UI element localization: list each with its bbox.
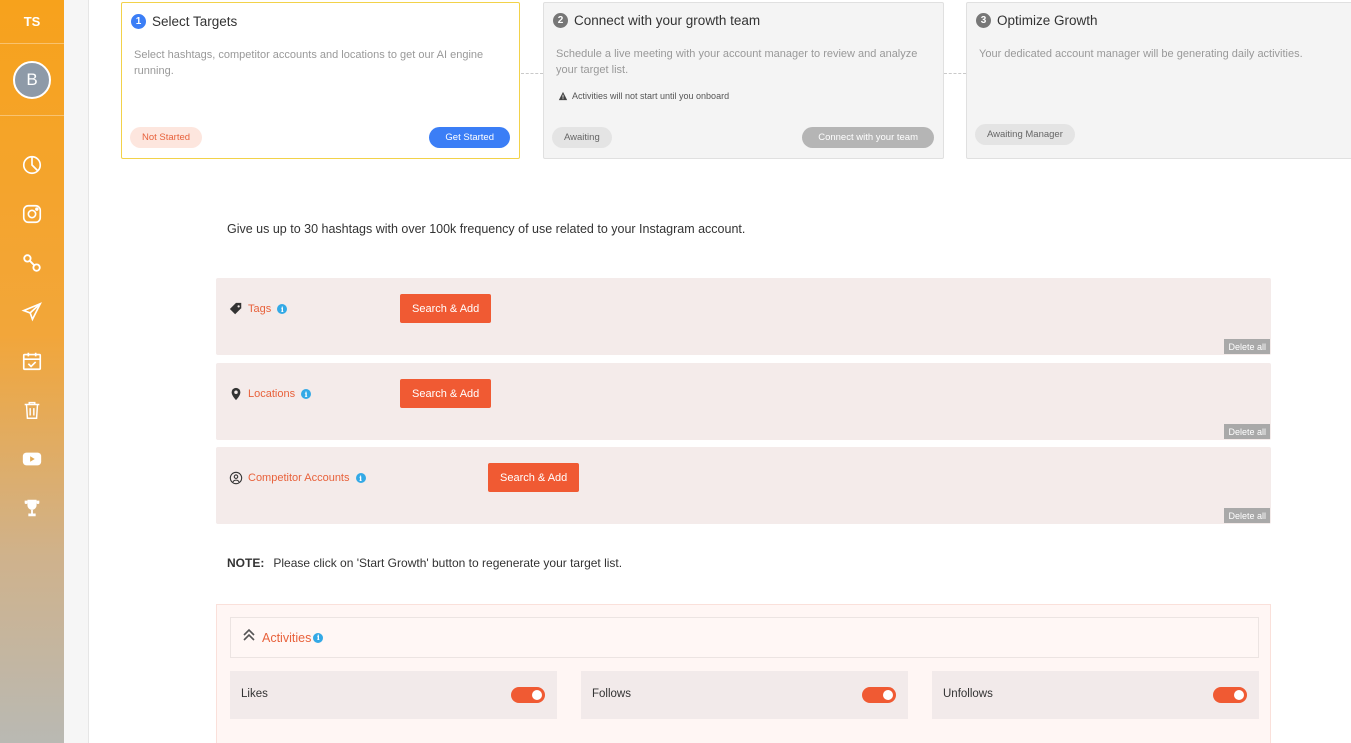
step-number: 3 — [976, 13, 991, 28]
sidebar-nav — [0, 140, 64, 532]
target-label: Locations i — [229, 387, 312, 401]
target-row-tags: Tags i Search & Add Delete all — [216, 278, 1271, 355]
step-card-select-targets: 1 Select Targets Select hashtags, compet… — [121, 2, 520, 159]
info-icon[interactable]: i — [301, 389, 312, 399]
search-add-tags-button[interactable]: Search & Add — [400, 294, 492, 323]
trash-icon — [24, 401, 40, 419]
sidebar-item-rewards[interactable] — [0, 483, 64, 532]
step-title: Optimize Growth — [997, 13, 1098, 28]
step-description: Select hashtags, competitor accounts and… — [134, 49, 484, 77]
note-text: Please click on 'Start Growth' button to… — [273, 556, 623, 570]
link-icon — [23, 253, 41, 272]
map-pin-icon — [231, 387, 241, 401]
activity-label: Likes — [241, 688, 268, 700]
activity-label: Follows — [592, 688, 631, 700]
sidebar: TS B — [0, 0, 64, 743]
delete-all-locations-button[interactable]: Delete all — [1224, 424, 1270, 439]
note-label: NOTE: — [227, 556, 265, 570]
search-add-locations-button[interactable]: Search & Add — [400, 379, 492, 408]
warning-icon — [558, 91, 568, 101]
delete-all-competitors-button[interactable]: Delete all — [1224, 508, 1270, 523]
tag-icon — [229, 302, 242, 315]
target-row-locations: Locations i Search & Add Delete all — [216, 363, 1271, 440]
target-label-text: Competitor Accounts — [248, 472, 350, 484]
status-badge: Awaiting — [552, 127, 612, 148]
get-started-button[interactable]: Get Started — [429, 127, 510, 148]
instagram-icon — [22, 204, 42, 223]
likes-toggle[interactable] — [511, 687, 545, 703]
connect-with-team-button[interactable]: Connect with your team — [802, 127, 934, 148]
activities-panel: Activities i Likes Follows Unfollows — [216, 604, 1271, 743]
sidebar-item-trash[interactable] — [0, 385, 64, 434]
info-icon[interactable]: i — [355, 473, 366, 483]
sidebar-item-youtube[interactable] — [0, 434, 64, 483]
brand-logo[interactable]: TS — [0, 0, 64, 44]
send-icon — [21, 301, 42, 321]
status-badge: Awaiting Manager — [975, 124, 1075, 145]
search-add-competitors-button[interactable]: Search & Add — [488, 463, 580, 492]
avatar[interactable]: B — [13, 60, 51, 99]
warning-text: Activities will not start until you onbo… — [572, 91, 730, 101]
calendar-check-icon — [22, 352, 42, 370]
activities-title: Activities — [262, 630, 312, 645]
target-label-text: Locations — [248, 388, 296, 400]
status-badge: Not Started — [130, 127, 203, 148]
delete-all-tags-button[interactable]: Delete all — [1224, 339, 1270, 354]
divider — [88, 0, 89, 743]
target-label-text: Tags — [248, 303, 272, 315]
step-number: 1 — [131, 14, 146, 29]
step-header: 1 Select Targets — [131, 14, 237, 29]
sidebar-gutter — [64, 0, 88, 743]
step-description: Schedule a live meeting with your accoun… — [556, 48, 918, 76]
sidebar-item-messages[interactable] — [0, 287, 64, 336]
step-connector — [944, 73, 966, 74]
step-header: 2 Connect with your growth team — [553, 13, 760, 28]
step-title: Select Targets — [152, 14, 238, 29]
follows-toggle[interactable] — [862, 687, 896, 703]
activity-label: Unfollows — [943, 688, 993, 700]
activities-header[interactable]: Activities i — [230, 617, 1259, 658]
activity-likes: Likes — [230, 671, 557, 719]
step-connector — [521, 73, 543, 74]
target-label: Tags i — [229, 302, 288, 316]
avatar-section: B — [0, 44, 64, 116]
chevrons-up-icon — [243, 628, 255, 641]
info-icon[interactable]: i — [313, 632, 324, 643]
pie-chart-icon — [22, 155, 42, 174]
step-title: Connect with your growth team — [574, 13, 761, 28]
youtube-icon — [22, 452, 42, 465]
step-number: 2 — [553, 13, 568, 28]
step-description: Your dedicated account manager will be g… — [979, 48, 1303, 60]
sidebar-item-dashboard[interactable] — [0, 140, 64, 189]
user-circle-icon — [229, 471, 243, 485]
sidebar-item-links[interactable] — [0, 238, 64, 287]
sidebar-item-schedule[interactable] — [0, 336, 64, 385]
note: NOTE: Please click on 'Start Growth' butt… — [227, 556, 622, 570]
intro-text: Give us up to 30 hashtags with over 100k… — [227, 222, 746, 236]
unfollows-toggle[interactable] — [1213, 687, 1247, 703]
activity-unfollows: Unfollows — [932, 671, 1259, 719]
step-header: 3 Optimize Growth — [976, 13, 1098, 28]
trophy-icon — [24, 499, 40, 516]
step-warning: Activities will not start until you onbo… — [558, 91, 729, 101]
step-card-connect-team: 2 Connect with your growth team Schedule… — [543, 2, 944, 159]
info-icon[interactable]: i — [277, 304, 288, 314]
target-label: Competitor Accounts i — [229, 471, 366, 485]
step-card-optimize-growth: 3 Optimize Growth Your dedicated account… — [966, 2, 1351, 159]
sidebar-item-instagram[interactable] — [0, 189, 64, 238]
target-row-competitors: Competitor Accounts i Search & Add Delet… — [216, 447, 1271, 524]
activity-follows: Follows — [581, 671, 908, 719]
